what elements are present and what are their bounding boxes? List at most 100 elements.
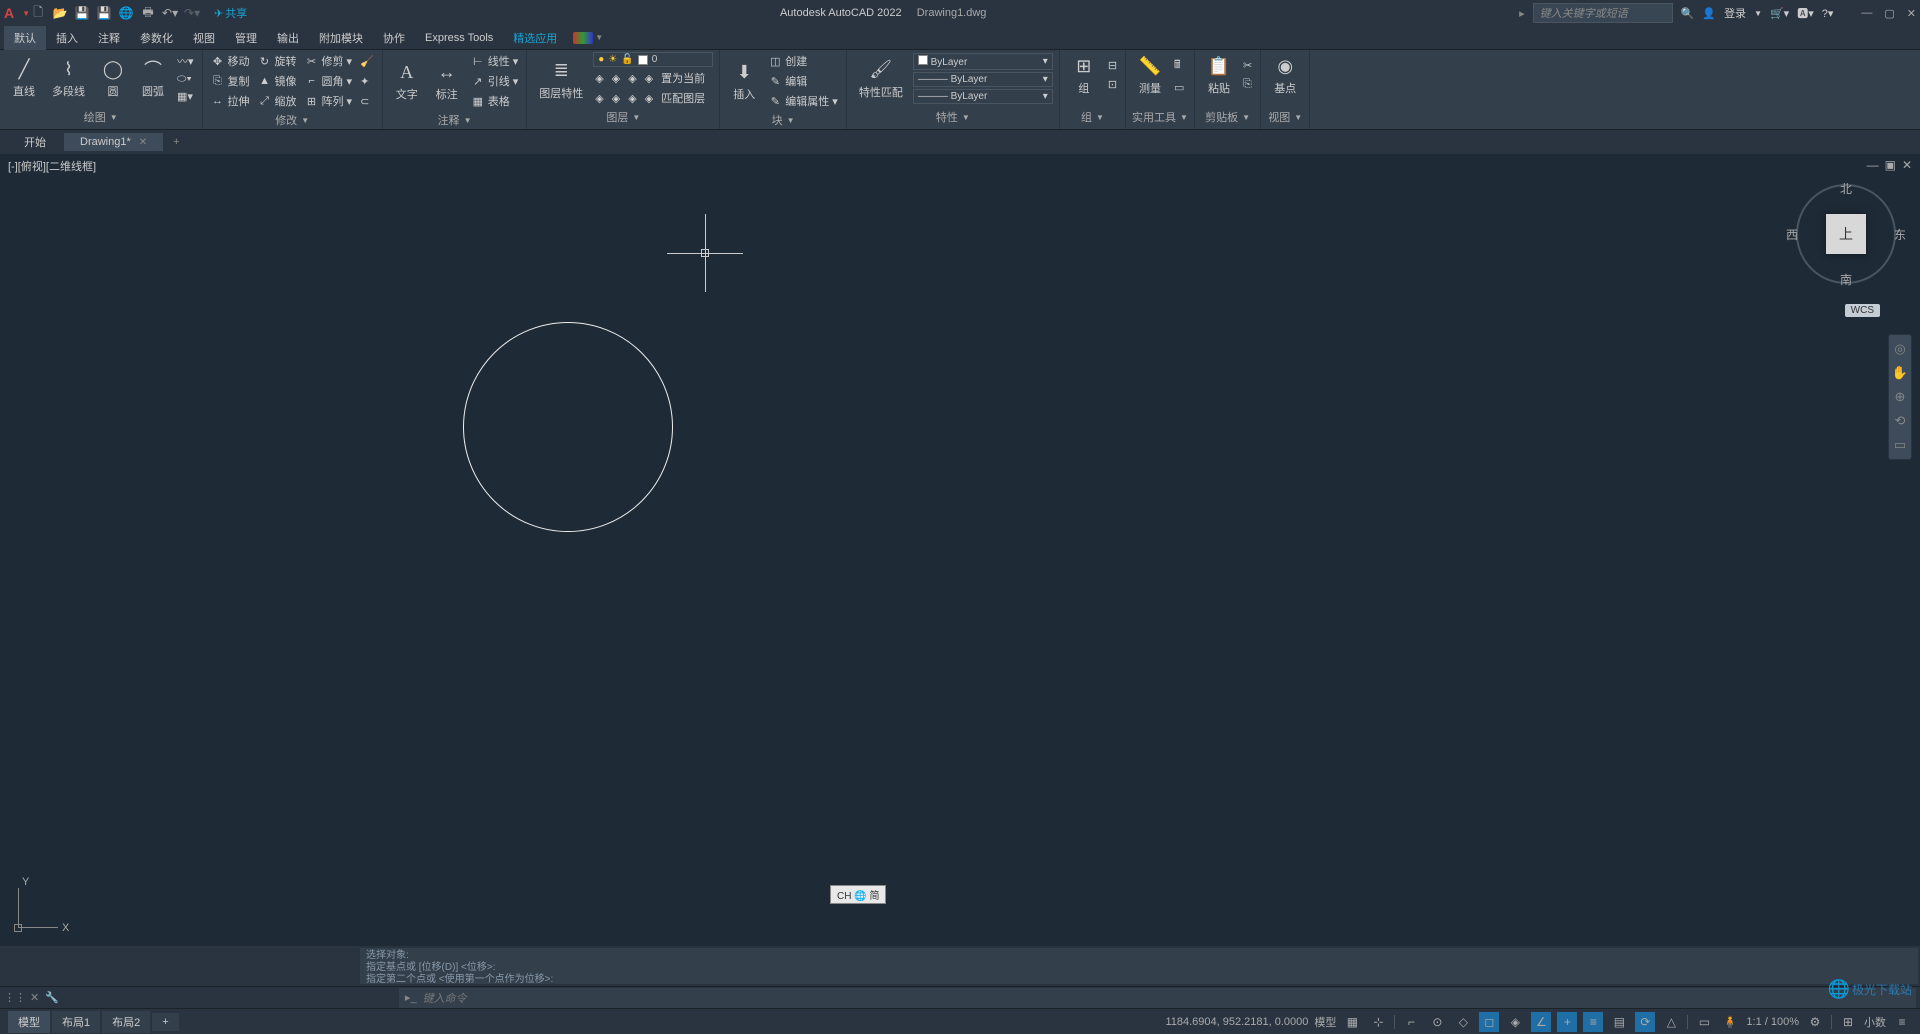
search-icon[interactable]: 🔍 bbox=[1681, 7, 1695, 20]
scale-button[interactable]: ⤢缩放 bbox=[256, 92, 299, 110]
showmotion-icon[interactable]: ▭ bbox=[1894, 437, 1906, 453]
annoscale-icon[interactable]: 🧍 bbox=[1720, 1012, 1740, 1032]
customize-icon[interactable]: ≡ bbox=[1892, 1012, 1912, 1032]
panel-modify-label[interactable]: 修改▼ bbox=[209, 110, 376, 130]
set-current-button[interactable]: 置为当前 bbox=[659, 69, 707, 87]
color-combo[interactable]: ByLayer▾ bbox=[913, 53, 1053, 70]
layer-tool-3[interactable]: ◈ bbox=[626, 71, 638, 86]
base-button[interactable]: ◉基点 bbox=[1267, 52, 1303, 98]
viewport-minimize-icon[interactable]: — bbox=[1867, 158, 1879, 172]
redo-icon[interactable]: ↷▾ bbox=[184, 5, 200, 21]
panel-clipboard-label[interactable]: 剪贴板▼ bbox=[1201, 107, 1254, 127]
panel-view-label[interactable]: 视图▼ bbox=[1267, 107, 1303, 127]
cycling-icon[interactable]: ⟳ bbox=[1635, 1012, 1655, 1032]
close-icon[interactable]: ✕ bbox=[1907, 7, 1916, 20]
circle-entity[interactable] bbox=[463, 322, 673, 532]
start-tab[interactable]: 开始 bbox=[8, 131, 62, 153]
linetype-combo[interactable]: ——— ByLayer▾ bbox=[913, 89, 1053, 104]
linear-button[interactable]: ⊢线性▾ bbox=[469, 52, 521, 70]
stretch-button[interactable]: ↔拉伸 bbox=[209, 92, 252, 110]
array-button[interactable]: ⊞阵列▾ bbox=[303, 92, 355, 110]
autodesk-icon[interactable]: 🅰▾ bbox=[1797, 5, 1814, 21]
match-props-button[interactable]: 🖌特性匹配 bbox=[853, 56, 909, 102]
wcs-badge[interactable]: WCS bbox=[1845, 304, 1880, 317]
polar-icon[interactable]: ⊙ bbox=[1427, 1012, 1447, 1032]
copy-button[interactable]: ⎘复制 bbox=[209, 72, 252, 90]
cmdline-close-icon[interactable]: ✕ bbox=[30, 991, 39, 1004]
leader-button[interactable]: ↗引线▾ bbox=[469, 72, 521, 90]
viewcube-north[interactable]: 北 bbox=[1840, 180, 1852, 197]
tab-output[interactable]: 输出 bbox=[267, 26, 309, 50]
undo-icon[interactable]: ↶▾ bbox=[162, 5, 178, 21]
viewcube-face[interactable]: 上 bbox=[1826, 214, 1866, 254]
circle-button[interactable]: ◯圆 bbox=[95, 55, 131, 101]
layer-tool-2[interactable]: ◈ bbox=[610, 71, 622, 86]
offset-icon[interactable]: ⊂ bbox=[358, 94, 371, 109]
dim-button[interactable]: ↔标注 bbox=[429, 58, 465, 104]
viewcube[interactable]: 上 北 南 西 东 bbox=[1796, 184, 1896, 284]
otrack-icon[interactable]: ∠ bbox=[1531, 1012, 1551, 1032]
status-model-button[interactable]: 模型 bbox=[1314, 1014, 1336, 1030]
viewport-restore-icon[interactable]: ▣ bbox=[1885, 158, 1896, 172]
command-input[interactable]: ▸_ 键入命令 bbox=[399, 988, 1916, 1008]
search-input[interactable]: 键入关键字或短语 bbox=[1533, 3, 1673, 23]
ortho-icon[interactable]: ⌐ bbox=[1401, 1012, 1421, 1032]
calc-icon[interactable]: 🖩 bbox=[1172, 55, 1186, 76]
layout1-tab[interactable]: 布局1 bbox=[52, 1011, 100, 1033]
panel-annotate-label[interactable]: 注释▼ bbox=[389, 110, 521, 130]
select-icon[interactable]: ▭ bbox=[1172, 80, 1186, 95]
gear-icon[interactable]: ⚙ bbox=[1805, 1012, 1825, 1032]
lineweight-combo[interactable]: ——— ByLayer▾ bbox=[913, 72, 1053, 87]
tab-insert[interactable]: 插入 bbox=[46, 26, 88, 50]
measure-button[interactable]: 📏测量 bbox=[1132, 52, 1168, 98]
osnap-icon[interactable]: ◻ bbox=[1479, 1012, 1499, 1032]
fillet-button[interactable]: ⌐圆角▾ bbox=[303, 72, 355, 90]
logo-dropdown[interactable]: ▼ bbox=[22, 9, 30, 18]
panel-utils-label[interactable]: 实用工具▼ bbox=[1132, 107, 1188, 127]
web-icon[interactable]: 🌐 bbox=[118, 5, 134, 21]
edit-attr-button[interactable]: ✎编辑属性▾ bbox=[766, 92, 840, 110]
qp-icon[interactable]: ▭ bbox=[1694, 1012, 1714, 1032]
explode-icon[interactable]: ✦ bbox=[358, 74, 371, 89]
cut-icon[interactable]: ✂ bbox=[1241, 58, 1254, 73]
transparency-icon[interactable]: ▤ bbox=[1609, 1012, 1629, 1032]
3dosnap-icon[interactable]: ◈ bbox=[1505, 1012, 1525, 1032]
cart-icon[interactable]: 🛒▾ bbox=[1770, 7, 1789, 20]
panel-draw-label[interactable]: 绘图▼ bbox=[6, 107, 196, 127]
layer-tool-5[interactable]: ◈ bbox=[593, 91, 605, 106]
layer-tool-7[interactable]: ◈ bbox=[626, 91, 638, 106]
move-button[interactable]: ✥移动 bbox=[209, 52, 252, 70]
tab-annotate[interactable]: 注释 bbox=[88, 26, 130, 50]
login-label[interactable]: 登录 bbox=[1724, 5, 1746, 21]
zoom-extents-icon[interactable]: ⊕ bbox=[1895, 389, 1906, 405]
viewport-close-icon[interactable]: ✕ bbox=[1902, 158, 1912, 172]
close-tab-icon[interactable]: ✕ bbox=[139, 137, 147, 148]
ellipse-icon[interactable]: ⬭▾ bbox=[175, 72, 196, 87]
viewcube-east[interactable]: 东 bbox=[1894, 226, 1906, 243]
hatch-icon[interactable]: ▦▾ bbox=[175, 89, 196, 104]
orbit-icon[interactable]: ⟲ bbox=[1895, 413, 1906, 429]
tab-collaborate[interactable]: 协作 bbox=[373, 26, 415, 50]
dyn-icon[interactable]: + bbox=[1557, 1012, 1577, 1032]
scale-display[interactable]: 1:1 / 100% bbox=[1746, 1016, 1799, 1028]
table-button[interactable]: ▦表格 bbox=[469, 92, 521, 110]
panel-group-label[interactable]: 组▼ bbox=[1066, 107, 1119, 127]
cmdline-config-icon[interactable]: 🔧 bbox=[45, 991, 59, 1004]
new-icon[interactable]: 🗋 bbox=[30, 5, 46, 21]
edit-block-button[interactable]: ✎编辑 bbox=[766, 72, 840, 90]
open-icon[interactable]: 📂 bbox=[52, 5, 68, 21]
trim-button[interactable]: ✂修剪▾ bbox=[303, 52, 355, 70]
grid-icon[interactable]: ▦ bbox=[1342, 1012, 1362, 1032]
tab-manage[interactable]: 管理 bbox=[225, 26, 267, 50]
model-tab[interactable]: 模型 bbox=[8, 1011, 50, 1033]
coordinates[interactable]: 1184.6904, 952.2181, 0.0000 bbox=[1165, 1016, 1308, 1028]
insert-button[interactable]: ⬇插入 bbox=[726, 58, 762, 104]
tab-featured[interactable]: 精选应用 bbox=[503, 26, 567, 50]
line-button[interactable]: ╱直线 bbox=[6, 55, 42, 101]
layout2-tab[interactable]: 布局2 bbox=[102, 1011, 150, 1033]
tab-default[interactable]: 默认 bbox=[4, 26, 46, 50]
polyline-button[interactable]: ⌇多段线 bbox=[46, 55, 91, 101]
plot-icon[interactable]: 🖶 bbox=[140, 5, 156, 21]
layer-combo[interactable]: ● ☀ 🔓 0 bbox=[593, 52, 713, 67]
isodraft-icon[interactable]: ◇ bbox=[1453, 1012, 1473, 1032]
